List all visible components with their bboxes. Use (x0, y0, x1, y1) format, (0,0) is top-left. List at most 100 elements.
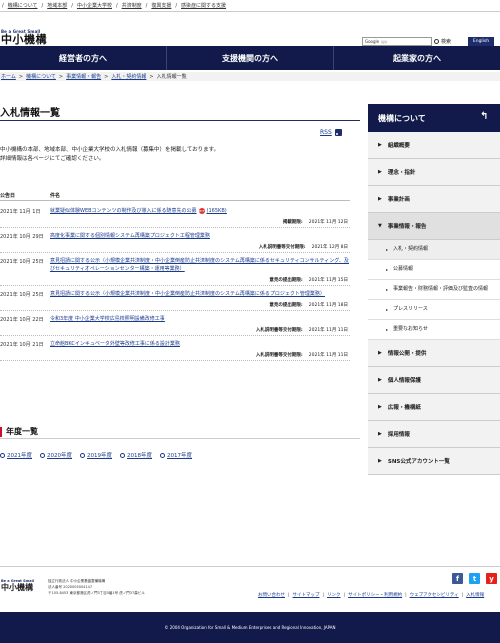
deadline-label: 意見の提出期限: (269, 303, 303, 308)
footer-link-label[interactable]: 入札情報 (466, 592, 484, 598)
table-row: 2021年 10月 22日 令和3年度 中小企業大学校広島校照明設備改修工事 入札説… (0, 311, 350, 336)
breadcrumb: ホーム > 機構について > 事業情報・報告 > 入札・契約情報 > 入札情報一覧 (0, 72, 500, 81)
sidebar-item-label: 個人情報保護 (387, 378, 421, 384)
sidebar-item[interactable]: ▶ SNS公式アカウント一覧 (368, 448, 500, 475)
sidebar-item[interactable]: ▶ 情報公開・提供 (368, 340, 500, 367)
top-link-label: 機構について (7, 3, 38, 9)
year-link-label[interactable]: 2018年度 (127, 451, 152, 459)
row-title: 意見招請に関する公示（小規模企業共済制度・中小企業倒産防止共済制度のシステム再構… (50, 290, 350, 298)
breadcrumb-link[interactable]: 機構について (26, 73, 56, 80)
search-input[interactable]: Google 提供 (362, 37, 432, 46)
sidebar-title[interactable]: 機構について ↰ (368, 104, 500, 132)
twitter-icon[interactable]: t (469, 573, 480, 584)
top-link[interactable]: / 中小企業大学校 (71, 2, 112, 10)
sidebar-item[interactable]: ▶ 採用情報 (368, 421, 500, 448)
chevron-right-icon: ▶ (378, 377, 382, 383)
file-size-link[interactable]: (165KB) (207, 208, 227, 214)
deadline-label: 意見の提出期限: (269, 278, 303, 283)
facebook-icon[interactable]: f (452, 573, 463, 584)
year-link[interactable]: 2020年度 (40, 451, 72, 459)
sidebar-subitem[interactable]: ▸ 公募情報 (368, 260, 500, 280)
main-nav-item-entrepreneurs[interactable]: 起業家の方へ (334, 46, 500, 70)
back-arrow-icon[interactable]: ↰ (480, 112, 490, 122)
top-link[interactable]: / 共済制度 (116, 2, 142, 10)
row-title-link[interactable]: 就業疑似体験WEBコンテンツの制作及び導入に係る随意先の公募 (50, 208, 197, 214)
row-title-link[interactable]: 意見招請に関する公示（小規模企業共済制度・中小企業倒産防止共済制度のシステム再構… (50, 291, 325, 297)
row-title-link[interactable]: 立命館BKCインキュベータ外壁等改修工事に係る設計業務 (50, 341, 180, 347)
search-button-label: 検索 (441, 39, 452, 45)
footer-link-separator: | (405, 592, 407, 598)
chevron-right-icon: ▶ (378, 169, 382, 175)
year-link[interactable]: 2021年度 (0, 451, 32, 459)
row-date: 2021年 11月 1日 (0, 209, 41, 215)
year-link-label[interactable]: 2017年度 (167, 451, 192, 459)
breadcrumb-link[interactable]: 入札・契約情報 (111, 73, 146, 80)
search-icon (434, 39, 439, 44)
footer-link[interactable]: サイトマップ | (293, 592, 328, 599)
footer-link[interactable]: ウェブアクセシビリティ | (410, 592, 467, 599)
top-link[interactable]: / 復興支援 (146, 2, 172, 10)
sidebar-subitem[interactable]: ▸ プレスリリース (368, 300, 500, 320)
rss-label[interactable]: RSS (320, 129, 332, 136)
sidebar-item[interactable]: ▶ 広報・機構紙 (368, 394, 500, 421)
year-link-label[interactable]: 2019年度 (87, 451, 112, 459)
deadline-value: 2021年 11月 11日 (308, 328, 348, 333)
year-link[interactable]: 2019年度 (80, 451, 112, 459)
table-row: 2021年 10月 21日 立命館BKCインキュベータ外壁等改修工事に係る設計業務… (0, 336, 350, 361)
top-link[interactable]: / 感染症に関する支援 (175, 2, 226, 10)
row-deadline: 入札説明書等交付期限: 2021年 12月 8日 (50, 244, 350, 250)
footer-link-label[interactable]: ウェブアクセシビリティ (410, 592, 459, 598)
year-link[interactable]: 2018年度 (120, 451, 152, 459)
rss-link[interactable]: RSS (320, 129, 342, 136)
main-nav: 経営者の方へ 支援機関の方へ 起業家の方へ (0, 46, 500, 70)
year-link-label[interactable]: 2021年度 (7, 451, 32, 459)
year-link-label[interactable]: 2020年度 (47, 451, 72, 459)
footer-link-label[interactable]: サイトマップ (293, 592, 320, 598)
intro-line-2: 詳細情報は各ページにてご確認ください。 (0, 156, 105, 162)
sidebar-item[interactable]: ▶ 事業計画 (368, 186, 500, 213)
sidebar-subitem-label: 事業報告・財務情報・評価及び監査の情報 (393, 286, 489, 292)
site-logo[interactable]: Be a Great Small 中小機構 (1, 29, 47, 45)
row-title-link[interactable]: 高度化事業に関する個別情報システム再構築プロジェクト工程管理業務 (50, 233, 210, 239)
row-body: 就業疑似体験WEBコンテンツの制作及び導入に係る随意先の公募 PDF (165KB)… (50, 203, 350, 225)
row-title-link[interactable]: 令和3年度 中小企業大学校広島校照明設備改修工事 (50, 316, 165, 322)
footer-link-label[interactable]: お問い合わせ (258, 592, 285, 598)
footer-link-label[interactable]: リンク (327, 592, 341, 598)
sidebar-subitem[interactable]: ▸ 重要なお知らせ (368, 320, 500, 340)
rss-icon (334, 129, 342, 136)
sidebar-subitem-label: 公募情報 (393, 266, 414, 272)
logo-name: 中小機構 (1, 33, 47, 46)
row-title-link[interactable]: 意見招請に関する公示（小規模企業共済制度・中小企業倒産防止共済制度のシステム再構… (50, 258, 349, 272)
english-button[interactable]: English (468, 37, 494, 46)
footer-logo[interactable]: Be a Great Small 中小機構 (1, 579, 34, 592)
chevron-right-icon: ▶ (378, 350, 382, 356)
footer-link[interactable]: 入札情報 (466, 592, 484, 598)
top-link[interactable]: / 機構について (2, 2, 38, 10)
top-link[interactable]: / 地域本部 (42, 2, 68, 10)
year-link[interactable]: 2017年度 (160, 451, 192, 459)
main-nav-item-support-orgs[interactable]: 支援機関の方へ (167, 46, 334, 70)
footer-link[interactable]: リンク | (327, 592, 348, 599)
main-nav-item-business-owners[interactable]: 経営者の方へ (0, 46, 167, 70)
sidebar-item[interactable]: ▶ 理念・指針 (368, 159, 500, 186)
sidebar-item-label: 情報公開・提供 (387, 351, 427, 357)
footer-postal-address: 〒105-8453 東京都港区虎ノ門3丁目5番1号 虎ノ門37森ビル (48, 591, 145, 595)
sidebar-subitem[interactable]: ▸ 入札・契約情報 (368, 240, 500, 260)
breadcrumb-link[interactable]: ホーム (1, 73, 16, 80)
search-button[interactable]: 検索 (434, 38, 451, 45)
deadline-label: 入札説明書等交付期限: (258, 245, 306, 250)
footer-link[interactable]: サイトポリシー・利用規約 | (348, 592, 410, 599)
row-deadline: 意見の提出期限: 2021年 11月 18日 (50, 302, 350, 308)
footer-link[interactable]: お問い合わせ | (258, 592, 293, 599)
youtube-icon[interactable]: y (486, 573, 497, 584)
sidebar-item[interactable]: ▶ 組織概要 (368, 132, 500, 159)
sidebar-item[interactable]: ▼ 事業情報・報告 (368, 213, 500, 240)
footer-address: 独立行政法人 中小企業基盤整備機構 法人番号 2020005004147 〒10… (48, 578, 145, 596)
sidebar-item[interactable]: ▶ 個人情報保護 (368, 367, 500, 394)
row-deadline: 意見の提出期限: 2021年 11月 15日 (50, 277, 350, 283)
breadcrumb-link[interactable]: 事業情報・報告 (66, 73, 101, 80)
sidebar-subitem[interactable]: ▸ 事業報告・財務情報・評価及び監査の情報 (368, 280, 500, 300)
chevron-right-icon: ▶ (378, 458, 382, 464)
footer-link-label[interactable]: サイトポリシー・利用規約 (348, 592, 402, 598)
table-row: 2021年 11月 1日 就業疑似体験WEBコンテンツの制作及び導入に係る随意先の… (0, 203, 350, 228)
